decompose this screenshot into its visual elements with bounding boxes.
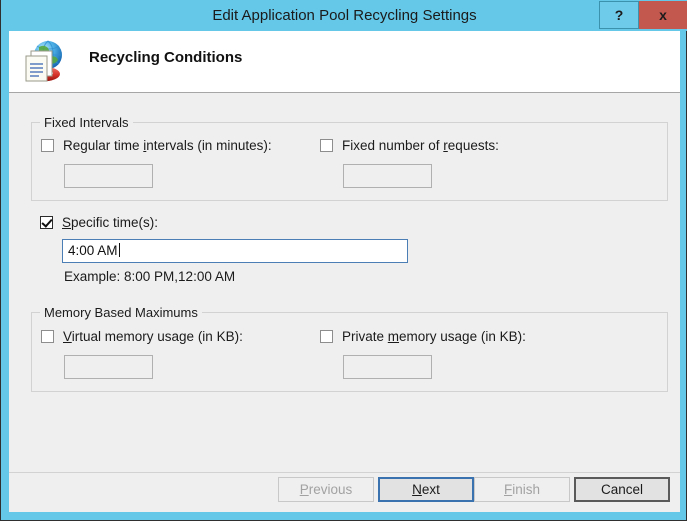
checkbox-regular-time-intervals-box[interactable] [41, 139, 54, 152]
checkbox-fixed-number-of-requests-label: Fixed number of requests: [342, 138, 499, 153]
group-memory-based-maximums-legend: Memory Based Maximums [40, 305, 202, 320]
input-private-memory-usage[interactable] [343, 355, 432, 379]
input-specific-times-value: 4:00 AM [68, 240, 120, 262]
dialog-window: Edit Application Pool Recycling Settings… [0, 0, 687, 521]
group-fixed-intervals: Fixed Intervals Regular time intervals (… [31, 122, 668, 201]
checkbox-specific-times-label: Specific time(s): [62, 215, 158, 230]
input-virtual-memory-usage[interactable] [64, 355, 153, 379]
checkbox-private-memory-usage-box[interactable] [320, 330, 333, 343]
checkbox-virtual-memory-usage-label: Virtual memory usage (in KB): [63, 329, 243, 344]
dialog-header: Recycling Conditions [9, 31, 680, 92]
group-memory-based-maximums: Memory Based Maximums Virtual memory usa… [31, 312, 668, 392]
input-regular-time-intervals[interactable] [64, 164, 153, 188]
cancel-button[interactable]: Cancel [574, 477, 670, 502]
checkbox-private-memory-usage[interactable]: Private memory usage (in KB): [320, 329, 526, 344]
input-specific-times[interactable]: 4:00 AM [62, 239, 408, 263]
close-button[interactable]: x [639, 1, 687, 29]
globe-documents-recycle-icon [17, 37, 69, 85]
checkbox-regular-time-intervals-label: Regular time intervals (in minutes): [63, 138, 272, 153]
specific-times-hint: Example: 8:00 PM,12:00 AM [64, 269, 235, 284]
checkbox-virtual-memory-usage[interactable]: Virtual memory usage (in KB): [41, 329, 243, 344]
title-bar: Edit Application Pool Recycling Settings… [1, 0, 687, 31]
checkbox-specific-times-box[interactable] [40, 216, 53, 229]
dialog-body: Fixed Intervals Regular time intervals (… [9, 93, 680, 512]
text-caret [119, 243, 120, 257]
checkbox-fixed-number-of-requests[interactable]: Fixed number of requests: [320, 138, 499, 153]
checkbox-virtual-memory-usage-box[interactable] [41, 330, 54, 343]
group-fixed-intervals-legend: Fixed Intervals [40, 115, 133, 130]
checkbox-fixed-number-of-requests-box[interactable] [320, 139, 333, 152]
checkbox-specific-times[interactable]: Specific time(s): [40, 215, 158, 230]
next-button[interactable]: Next [378, 477, 474, 502]
previous-button[interactable]: Previous [278, 477, 374, 502]
footer-divider [9, 472, 680, 473]
input-fixed-number-of-requests[interactable] [343, 164, 432, 188]
page-title: Recycling Conditions [89, 49, 242, 66]
checkbox-private-memory-usage-label: Private memory usage (in KB): [342, 329, 526, 344]
help-button[interactable]: ? [599, 1, 639, 29]
finish-button[interactable]: Finish [474, 477, 570, 502]
checkbox-regular-time-intervals[interactable]: Regular time intervals (in minutes): [41, 138, 272, 153]
window-title: Edit Application Pool Recycling Settings [1, 0, 687, 31]
